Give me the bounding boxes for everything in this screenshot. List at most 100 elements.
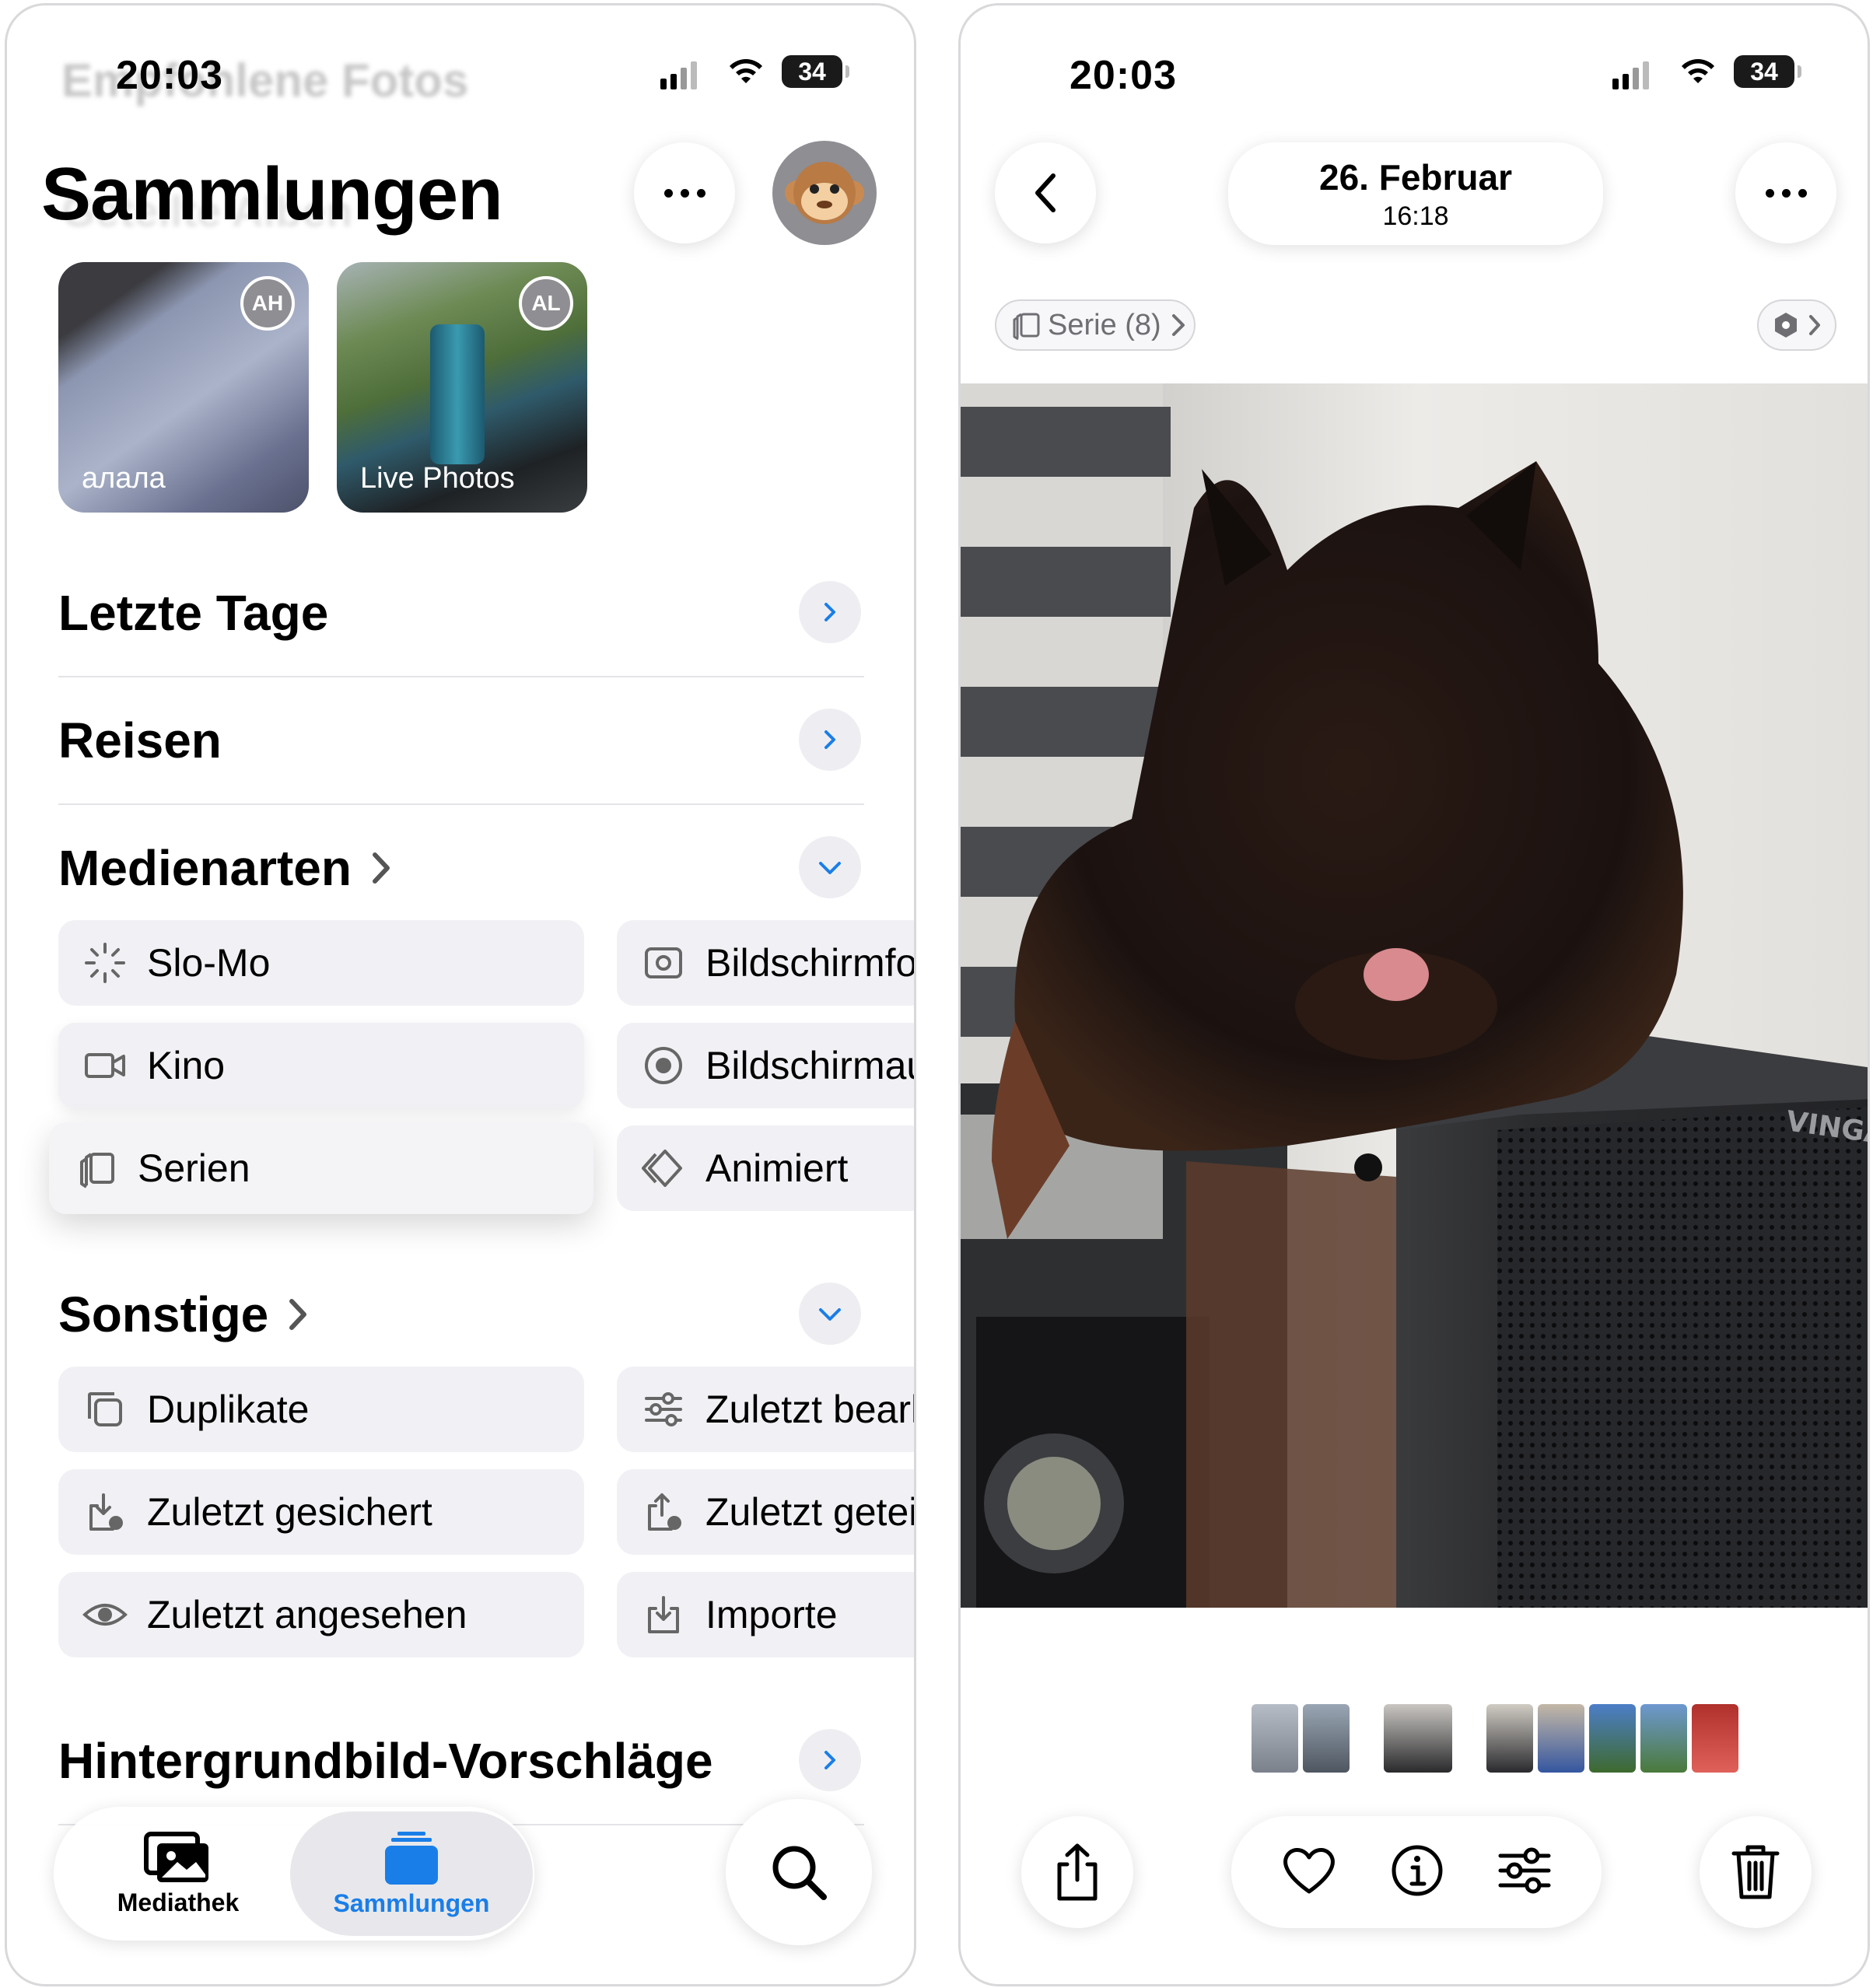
share-button[interactable] bbox=[1021, 1816, 1133, 1928]
photo-view[interactable]: VINGA bbox=[961, 383, 1868, 1608]
shared-icon bbox=[640, 1489, 687, 1535]
media-item-slomo[interactable]: Slo-Mo bbox=[58, 920, 584, 1006]
thumbnail[interactable] bbox=[1303, 1704, 1350, 1773]
shared-album-tile[interactable]: AH алала bbox=[58, 262, 309, 513]
chevron-right-icon bbox=[289, 1299, 307, 1330]
other-item-recently-edited[interactable]: Zuletzt bearbeitet bbox=[617, 1367, 914, 1452]
search-button[interactable] bbox=[726, 1799, 872, 1945]
thumbnail[interactable] bbox=[1384, 1704, 1452, 1773]
section-title-trips[interactable]: Reisen bbox=[58, 712, 222, 769]
media-item-label: Bildschirmfotos bbox=[705, 941, 916, 985]
chevron-right-icon bbox=[372, 852, 390, 884]
heart-icon bbox=[1283, 1847, 1335, 1893]
collapse-button[interactable] bbox=[799, 1283, 861, 1345]
screenshot-icon bbox=[640, 940, 687, 986]
section-header-media-types[interactable]: Medienarten bbox=[58, 839, 397, 897]
date-header: 26. Februar 16:18 bbox=[1228, 142, 1603, 245]
thumbnail[interactable] bbox=[1252, 1704, 1298, 1773]
tab-bar: Mediathek Sammlungen bbox=[54, 1807, 534, 1941]
album-title: алала bbox=[82, 462, 166, 495]
section-header-other[interactable]: Sonstige bbox=[58, 1286, 313, 1343]
media-item-label: Animiert bbox=[705, 1146, 849, 1190]
photo-viewer-screen: 20:03 34 26. Februar 16:18 Serie (8) VIN… bbox=[958, 3, 1870, 1986]
thumbnail[interactable] bbox=[1538, 1704, 1584, 1773]
chevron-right-button[interactable] bbox=[799, 1729, 861, 1791]
album-title: Live Photos bbox=[360, 462, 515, 495]
can-image bbox=[430, 324, 485, 464]
cellular-icon bbox=[660, 58, 697, 89]
thumbnail[interactable] bbox=[1589, 1704, 1636, 1773]
profile-avatar-button[interactable] bbox=[772, 141, 877, 245]
tab-collections[interactable]: Sammlungen bbox=[290, 1811, 533, 1936]
chevron-right-button[interactable] bbox=[799, 581, 861, 643]
photo-library-icon bbox=[144, 1831, 208, 1882]
photo-time: 16:18 bbox=[1382, 201, 1449, 231]
live-photo-button[interactable] bbox=[1757, 299, 1836, 351]
search-icon bbox=[772, 1846, 827, 1900]
more-button[interactable] bbox=[1735, 142, 1836, 243]
other-item-imports[interactable]: Importe bbox=[617, 1572, 914, 1657]
ellipsis-icon bbox=[1765, 188, 1807, 198]
other-item-recently-viewed[interactable]: Zuletzt angesehen bbox=[58, 1572, 584, 1657]
chevron-right-icon bbox=[824, 730, 835, 749]
status-time: 20:03 bbox=[1070, 53, 1177, 98]
duplicates-icon bbox=[82, 1386, 128, 1433]
media-item-screenshots[interactable]: Bildschirmfotos bbox=[617, 920, 916, 1006]
chevron-down-icon bbox=[819, 862, 841, 874]
chevron-right-icon bbox=[824, 603, 835, 621]
info-button[interactable] bbox=[1390, 1843, 1444, 1902]
other-item-label: Zuletzt gesichert bbox=[147, 1490, 432, 1534]
live-photo-icon bbox=[1775, 313, 1797, 338]
chevron-right-button[interactable] bbox=[799, 709, 861, 771]
cat-photo: VINGA bbox=[961, 383, 1868, 1608]
battery-icon: 34 bbox=[1734, 55, 1801, 88]
tab-library[interactable]: Mediathek bbox=[85, 1822, 271, 1925]
saved-icon bbox=[82, 1489, 128, 1535]
chevron-right-icon bbox=[1809, 315, 1820, 335]
burst-label: Serie (8) bbox=[1048, 308, 1161, 341]
status-time: 20:03 bbox=[116, 53, 223, 98]
other-item-label: Importe bbox=[705, 1593, 838, 1636]
shared-album-tile[interactable]: AL Live Photos bbox=[337, 262, 587, 513]
section-title-recent-days[interactable]: Letzte Tage bbox=[58, 584, 328, 642]
divider bbox=[58, 803, 864, 805]
page-title: Sammlungen bbox=[41, 152, 503, 236]
section-title-wallpaper[interactable]: Hintergrundbild-Vorschläge bbox=[58, 1732, 713, 1790]
other-item-label: Zuletzt geteilt bbox=[705, 1490, 916, 1534]
media-item-label: Kino bbox=[147, 1044, 226, 1087]
other-item-recently-saved[interactable]: Zuletzt gesichert bbox=[58, 1469, 584, 1555]
more-button[interactable] bbox=[634, 142, 735, 243]
ellipsis-icon bbox=[663, 188, 705, 198]
cellular-icon bbox=[1612, 58, 1649, 89]
other-item-recently-shared[interactable]: Zuletzt geteilt bbox=[617, 1469, 916, 1555]
media-item-label: Serien bbox=[138, 1146, 250, 1190]
edit-button[interactable] bbox=[1497, 1846, 1552, 1899]
thumbnail[interactable] bbox=[1486, 1704, 1533, 1773]
cinematic-icon bbox=[82, 1042, 128, 1089]
trash-icon bbox=[1731, 1845, 1780, 1899]
section-title-other: Sonstige bbox=[58, 1286, 269, 1342]
other-item-duplicates[interactable]: Duplikate bbox=[58, 1367, 584, 1452]
collections-screen: Empfohlene Fotos Geteilte Alben 20:03 34… bbox=[5, 3, 916, 1986]
favorite-button[interactable] bbox=[1281, 1845, 1337, 1900]
burst-thumbnail-strip[interactable] bbox=[1252, 1704, 1738, 1773]
media-item-screen-recordings[interactable]: Bildschirmaufnahmen bbox=[617, 1023, 914, 1108]
collapse-button[interactable] bbox=[799, 836, 861, 898]
section-title-media-types: Medienarten bbox=[58, 840, 352, 896]
media-item-bursts[interactable]: Serien bbox=[49, 1122, 593, 1214]
adjust-icon bbox=[1498, 1847, 1551, 1893]
eye-icon bbox=[82, 1591, 128, 1638]
chevron-left-icon bbox=[1035, 173, 1056, 212]
media-item-animated[interactable]: Animiert bbox=[617, 1125, 914, 1211]
burst-series-button[interactable]: Serie (8) bbox=[995, 299, 1196, 351]
media-item-cinematic[interactable]: Kino bbox=[58, 1023, 584, 1108]
thumbnail[interactable] bbox=[1692, 1704, 1738, 1773]
collections-icon bbox=[385, 1831, 438, 1885]
chevron-right-icon bbox=[1171, 314, 1185, 336]
back-button[interactable] bbox=[995, 142, 1096, 243]
chevron-right-icon bbox=[824, 1751, 835, 1769]
tab-label: Mediathek bbox=[117, 1888, 240, 1916]
delete-button[interactable] bbox=[1700, 1816, 1812, 1928]
other-item-label: Zuletzt bearbeitet bbox=[705, 1388, 914, 1431]
thumbnail[interactable] bbox=[1640, 1704, 1687, 1773]
